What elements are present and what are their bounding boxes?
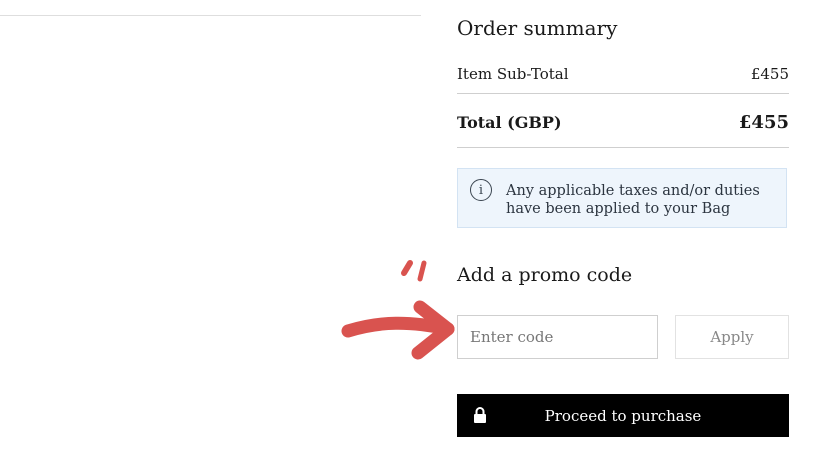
divider [457,147,789,148]
total-row: Total (GBP) £455 [457,112,789,134]
divider [0,15,421,16]
subtotal-label: Item Sub-Total [457,65,569,83]
divider [457,93,789,94]
proceed-to-purchase-label: Proceed to purchase [544,406,702,425]
tax-notice: i Any applicable taxes and/or duties hav… [457,168,787,228]
promo-code-input[interactable] [457,315,658,359]
tax-notice-text: Any applicable taxes and/or duties have … [506,183,760,217]
subtotal-row: Item Sub-Total £455 [457,64,789,84]
subtotal-value: £455 [750,65,789,83]
lock-icon [474,407,486,423]
arrow-annotation-icon [341,260,455,360]
summary-title: Order summary [457,16,618,40]
apply-button[interactable]: Apply [675,315,789,359]
proceed-to-purchase-button[interactable]: Proceed to purchase [457,394,789,437]
total-label: Total (GBP) [457,113,562,132]
total-value: £455 [738,112,789,133]
info-icon: i [470,179,492,201]
promo-title: Add a promo code [457,264,633,286]
